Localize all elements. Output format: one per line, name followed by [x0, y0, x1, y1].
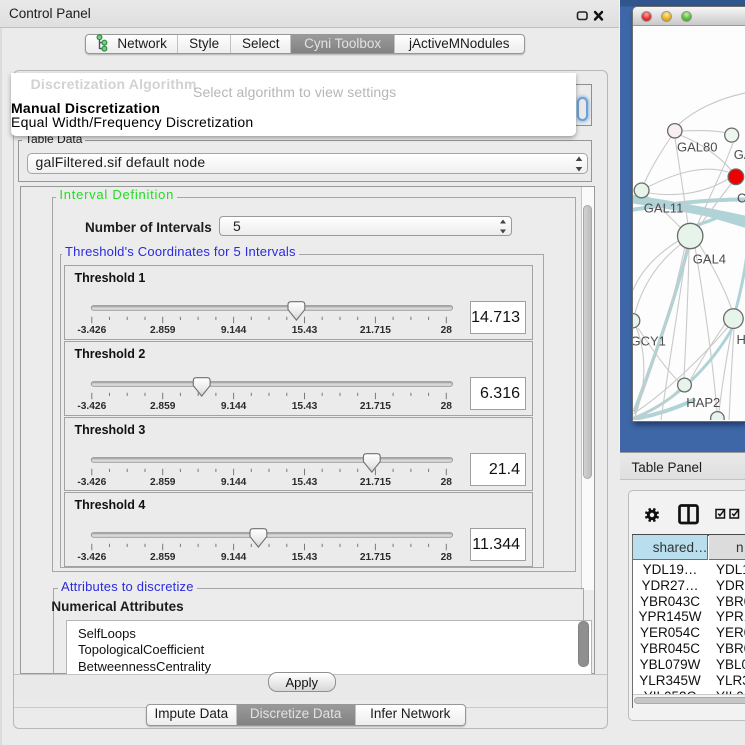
svg-text:28: 28 [440, 552, 452, 563]
svg-text:9.144: 9.144 [220, 552, 246, 563]
svg-text:9.144: 9.144 [220, 325, 246, 336]
svg-text:-3.426: -3.426 [77, 401, 106, 412]
svg-text:2.859: 2.859 [149, 477, 175, 488]
svg-text:15.43: 15.43 [291, 401, 317, 412]
svg-text:-3.426: -3.426 [77, 477, 106, 488]
svg-text:28: 28 [440, 325, 452, 336]
svg-text:21.715: 21.715 [359, 552, 390, 563]
svg-text:15.43: 15.43 [291, 552, 317, 563]
svg-text:21.715: 21.715 [359, 325, 390, 336]
svg-text:2.859: 2.859 [149, 552, 175, 563]
svg-text:28: 28 [440, 477, 452, 488]
svg-text:2.859: 2.859 [149, 401, 175, 412]
svg-text:21.715: 21.715 [359, 401, 390, 412]
svg-text:2.859: 2.859 [149, 325, 175, 336]
svg-text:GCY1: GCY1 [633, 333, 666, 348]
svg-text:15.43: 15.43 [291, 325, 317, 336]
svg-text:GAL80: GAL80 [677, 140, 717, 155]
svg-text:15.43: 15.43 [291, 477, 317, 488]
svg-text:9.144: 9.144 [220, 401, 246, 412]
svg-text:9.144: 9.144 [220, 477, 246, 488]
svg-text:C: C [737, 191, 745, 206]
svg-text:21.715: 21.715 [359, 477, 390, 488]
svg-text:H: H [737, 332, 745, 347]
svg-text:-3.426: -3.426 [77, 552, 106, 563]
svg-text:GAL11: GAL11 [644, 201, 684, 216]
svg-text:GA: GA [734, 147, 745, 162]
svg-text:HAP2: HAP2 [686, 395, 720, 410]
svg-text:-3.426: -3.426 [77, 325, 106, 336]
svg-text:GAL4: GAL4 [693, 251, 726, 266]
svg-text:28: 28 [440, 401, 452, 412]
